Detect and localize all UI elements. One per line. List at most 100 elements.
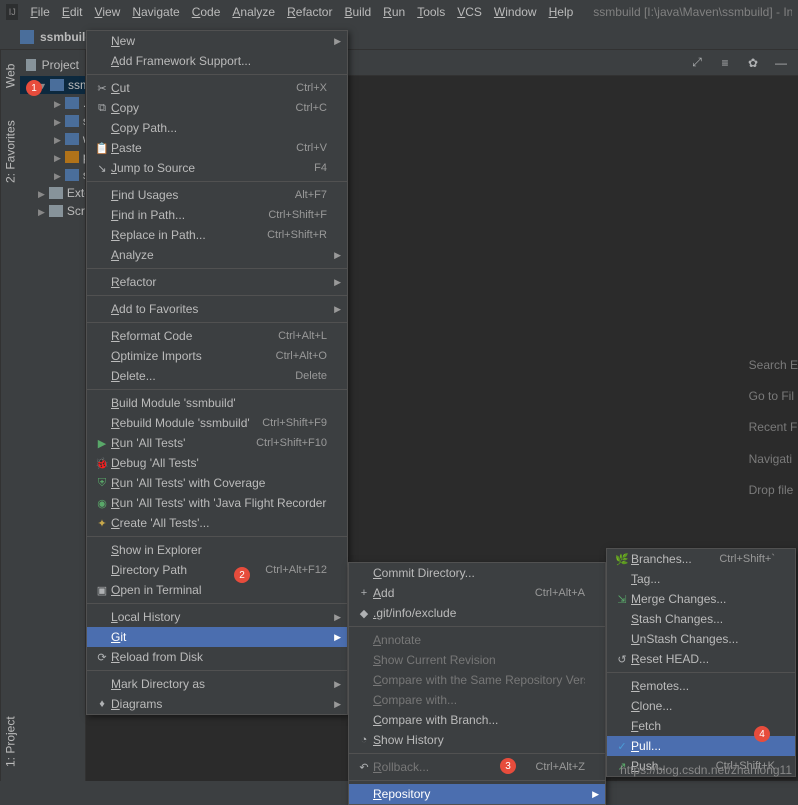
menu-item[interactable]: Analyze▶	[87, 245, 347, 265]
menu-label: Copy	[111, 101, 284, 115]
tree-item[interactable]: ▶.id	[20, 94, 85, 112]
menu-item[interactable]: Repository▶	[349, 784, 605, 804]
menu-label: Clone...	[631, 699, 775, 713]
menu-item[interactable]: ◆.git/info/exclude	[349, 603, 605, 623]
menu-item[interactable]: Build Module 'ssmbuild'	[87, 393, 347, 413]
project-panel-header[interactable]: Project	[20, 54, 85, 76]
toolwindow-project[interactable]: 1: Project	[2, 710, 20, 773]
menu-item[interactable]: Delete...Delete	[87, 366, 347, 386]
menu-item[interactable]: ◔Show History	[349, 730, 605, 750]
menu-label: Remotes...	[631, 679, 775, 693]
menu-item[interactable]: Show in Explorer	[87, 540, 347, 560]
menu-shortcut: Ctrl+Shift+F10	[256, 437, 327, 449]
menu-shortcut: Alt+F7	[295, 189, 327, 201]
submenu-git: Commit Directory...+AddCtrl+Alt+A◆.git/i…	[348, 562, 606, 805]
menu-item[interactable]: ✂CutCtrl+X	[87, 78, 347, 98]
menubar-item-edit[interactable]: Edit	[56, 3, 89, 21]
menu-item[interactable]: ◉Run 'All Tests' with 'Java Flight Recor…	[87, 493, 347, 513]
menu-icon: ◔	[355, 734, 373, 746]
menubar-item-analyze[interactable]: Analyze	[226, 3, 281, 21]
menubar-item-run[interactable]: Run	[377, 3, 411, 21]
menu-item[interactable]: Compare with Branch...	[349, 710, 605, 730]
menu-item[interactable]: Find UsagesAlt+F7	[87, 185, 347, 205]
tree-item[interactable]: ▶Exter	[20, 184, 85, 202]
menu-label: Add to Favorites	[111, 302, 327, 316]
menu-item[interactable]: Git▶	[87, 627, 347, 647]
collapse-all-icon[interactable]: ≡	[716, 54, 734, 72]
menu-item[interactable]: Find in Path...Ctrl+Shift+F	[87, 205, 347, 225]
toolwindow-web[interactable]: Web	[2, 58, 20, 94]
menubar-item-navigate[interactable]: Navigate	[126, 3, 185, 21]
menu-item[interactable]: Add to Favorites▶	[87, 299, 347, 319]
menubar-item-file[interactable]: File	[24, 3, 55, 21]
menu-shortcut: Ctrl+Alt+A	[535, 587, 585, 599]
tree-item[interactable]: ▶sr	[20, 112, 85, 130]
menu-item[interactable]: Stash Changes...	[607, 609, 795, 629]
menu-label: Delete...	[111, 369, 283, 383]
menu-item[interactable]: Replace in Path...Ctrl+Shift+R	[87, 225, 347, 245]
menu-item[interactable]: Refactor▶	[87, 272, 347, 292]
menu-item[interactable]: +AddCtrl+Alt+A	[349, 583, 605, 603]
menu-label: Git	[111, 630, 327, 644]
menu-label: Debug 'All Tests'	[111, 456, 327, 470]
menubar-item-build[interactable]: Build	[338, 3, 377, 21]
menu-item[interactable]: UnStash Changes...	[607, 629, 795, 649]
menu-item[interactable]: Commit Directory...	[349, 563, 605, 583]
menu-item[interactable]: ↘Jump to SourceF4	[87, 158, 347, 178]
menu-item: Compare with the Same Repository Version	[349, 670, 605, 690]
menubar-item-window[interactable]: Window	[488, 3, 543, 21]
chevron-right-icon: ▶	[54, 153, 61, 161]
submenu-repository: 🌿Branches...Ctrl+Shift+`Tag...⇲Merge Cha…	[606, 548, 796, 777]
toolwindow-favorites[interactable]: 2: Favorites	[2, 114, 20, 189]
menu-item[interactable]: Tag...	[607, 569, 795, 589]
expand-all-icon[interactable]: ⤢	[688, 54, 706, 72]
menu-item[interactable]: 📋PasteCtrl+V	[87, 138, 347, 158]
chevron-right-icon: ▶	[38, 207, 45, 215]
menubar-item-code[interactable]: Code	[186, 3, 227, 21]
menu-item[interactable]: ♦Diagrams▶	[87, 694, 347, 714]
tree-item[interactable]: ▶ss	[20, 166, 85, 184]
menu-label: Paste	[111, 141, 284, 155]
menubar-item-tools[interactable]: Tools	[411, 3, 451, 21]
folder-icon	[65, 133, 79, 145]
menu-item[interactable]: Copy Path...	[87, 118, 347, 138]
menu-label: Open in Terminal	[111, 583, 327, 597]
menu-item[interactable]: Optimize ImportsCtrl+Alt+O	[87, 346, 347, 366]
menu-label: Reformat Code	[111, 329, 266, 343]
menu-shortcut: Ctrl+Shift+R	[267, 229, 327, 241]
menu-icon: ▣	[93, 584, 111, 597]
menu-icon: 🐞	[93, 457, 111, 470]
menu-icon: ⇲	[613, 593, 631, 606]
breadcrumb-project[interactable]: ssmbuild	[40, 30, 93, 44]
menu-item[interactable]: ⟳Reload from Disk	[87, 647, 347, 667]
menu-item[interactable]: ▣Open in Terminal	[87, 580, 347, 600]
menu-item[interactable]: Local History▶	[87, 607, 347, 627]
menu-item[interactable]: ⛨Run 'All Tests' with Coverage	[87, 473, 347, 493]
hide-icon[interactable]: —	[772, 54, 790, 72]
menu-item[interactable]: 🐞Debug 'All Tests'	[87, 453, 347, 473]
menu-item[interactable]: Clone...	[607, 696, 795, 716]
menu-item[interactable]: 🌿Branches...Ctrl+Shift+`	[607, 549, 795, 569]
menubar-item-refactor[interactable]: Refactor	[281, 3, 338, 21]
menu-item[interactable]: ✦Create 'All Tests'...	[87, 513, 347, 533]
menu-item[interactable]: Reformat CodeCtrl+Alt+L	[87, 326, 347, 346]
module-icon	[50, 79, 64, 91]
menu-item[interactable]: Directory PathCtrl+Alt+F12	[87, 560, 347, 580]
menubar-item-vcs[interactable]: VCS	[451, 3, 488, 21]
tree-item[interactable]: ▶we	[20, 130, 85, 148]
menu-item[interactable]: ▶Run 'All Tests'Ctrl+Shift+F10	[87, 433, 347, 453]
menubar-item-view[interactable]: View	[89, 3, 127, 21]
menu-item[interactable]: New▶	[87, 31, 347, 51]
tree-item[interactable]: ▶Scrat	[20, 202, 85, 220]
menu-item[interactable]: Mark Directory as▶	[87, 674, 347, 694]
tree-item[interactable]: ▶po	[20, 148, 85, 166]
menu-item[interactable]: Remotes...	[607, 676, 795, 696]
settings-icon[interactable]: ✿	[744, 54, 762, 72]
menu-item[interactable]: Add Framework Support...	[87, 51, 347, 71]
menu-item[interactable]: ⧉CopyCtrl+C	[87, 98, 347, 118]
menu-item[interactable]: Rebuild Module 'ssmbuild'Ctrl+Shift+F9	[87, 413, 347, 433]
menu-item[interactable]: ⇲Merge Changes...	[607, 589, 795, 609]
menubar-item-help[interactable]: Help	[543, 3, 580, 21]
menu-label: Create 'All Tests'...	[111, 516, 327, 530]
menu-item[interactable]: ↺Reset HEAD...	[607, 649, 795, 669]
